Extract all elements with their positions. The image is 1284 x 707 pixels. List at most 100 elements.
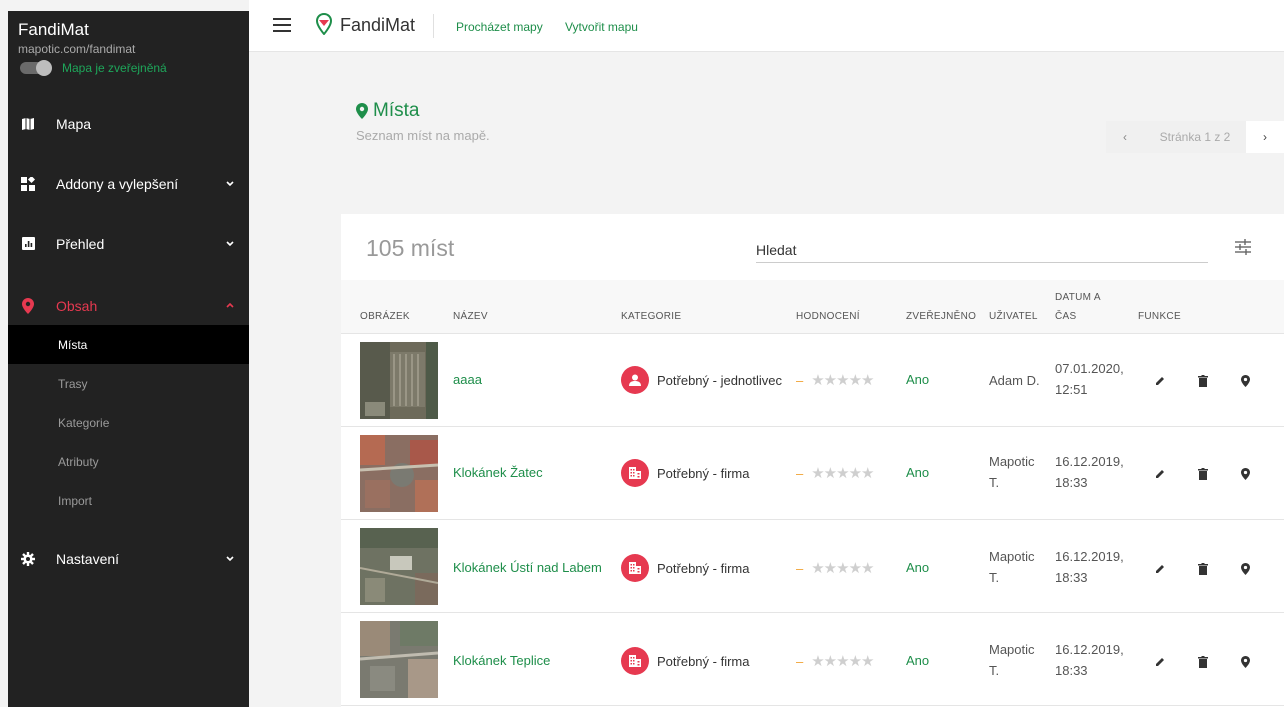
publish-toggle[interactable] [20,60,52,76]
category-label: Potřebný - jednotlivec [657,372,783,388]
place-name[interactable]: Klokánek Teplice [453,653,550,668]
place-category: Potřebný - jednotlivec [621,366,782,394]
time: 12:51 [1055,382,1088,397]
place-name[interactable]: aaaa [453,372,482,387]
date: 16.12.2019, [1055,454,1124,469]
sidebar-item-label: Mapa [56,115,92,132]
page-subtitle: Seznam míst na mapě. [356,128,490,143]
locate-pin-icon[interactable] [1237,654,1253,670]
page-header: Místa Seznam míst na mapě. [356,100,490,143]
place-user: Mapotic T. [989,639,1035,681]
filter-icon[interactable] [1234,238,1252,256]
place-thumbnail [360,621,438,698]
next-page-button[interactable]: › [1246,121,1284,153]
user-line2: T. [989,475,1000,490]
gear-icon [20,551,36,567]
rating-value: – [796,372,804,388]
chart-icon [20,236,36,252]
search-input[interactable] [756,237,1208,263]
chevron-down-icon [225,239,235,249]
place-rating: – ★★★★★ [796,652,874,670]
rating-stars: ★★★★★ [811,465,874,482]
sidebar-subitem-trasy[interactable]: Trasy [8,364,249,403]
menu-icon[interactable] [273,18,291,32]
prev-page-button[interactable]: ‹ [1106,121,1144,153]
building-icon [621,459,649,487]
publish-label: Mapa je zveřejněná [62,61,167,75]
place-category: Potřebný - firma [621,554,749,582]
place-datetime: 16.12.2019, 18:33 [1055,546,1124,588]
user-line1: Mapotic [989,454,1035,469]
chevron-up-icon [225,301,235,311]
delete-icon[interactable] [1195,654,1211,670]
place-datetime: 16.12.2019, 18:33 [1055,639,1124,681]
col-name: NÁZEV [453,311,488,322]
sidebar-subitem-mista[interactable]: Místa [8,325,249,364]
building-icon [621,554,649,582]
user-line1: Mapotic [989,642,1035,657]
page-indicator: Stránka 1 z 2 [1144,121,1246,153]
sidebar-item-label: Obsah [56,297,98,314]
edit-icon[interactable] [1152,373,1168,389]
sidebar-subitem-kategorie[interactable]: Kategorie [8,403,249,442]
col-rating: HODNOCENÍ [796,311,860,322]
rating-value: – [796,465,804,481]
place-datetime: 16.12.2019, 18:33 [1055,451,1124,493]
app-name: FandiMat [340,15,416,35]
pagination: ‹ Stránka 1 z 2 › [1106,121,1284,153]
col-date-line2: ČAS [1055,311,1077,322]
browse-maps-link[interactable]: Procházet mapy [456,20,543,34]
sidebar-subitem-atributy[interactable]: Atributy [8,442,249,481]
place-user: Adam D. [989,370,1040,391]
building-icon [621,647,649,675]
place-published: Ano [906,653,930,668]
sidebar-item-mapa[interactable]: Mapa [8,104,249,143]
table-row[interactable]: Klokánek Teplice Potřebný - firma – ★★★★… [341,613,1284,706]
time: 18:33 [1055,663,1088,678]
page-title-text: Místa [373,100,420,121]
widgets-icon [20,176,36,192]
delete-icon[interactable] [1195,466,1211,482]
rating-stars: ★★★★★ [811,653,874,670]
time: 18:33 [1055,570,1088,585]
edit-icon[interactable] [1152,466,1168,482]
edit-icon[interactable] [1152,561,1168,577]
table-row[interactable]: aaaa Potřebný - jednotlivec – ★★★★★ Ano … [341,334,1284,427]
locate-pin-icon[interactable] [1237,561,1253,577]
place-published: Ano [906,560,930,575]
place-published: Ano [906,372,930,387]
place-thumbnail [360,435,438,512]
table-row[interactable]: Klokánek Ústí nad Labem Potřebný - firma… [341,520,1284,613]
category-label: Potřebný - firma [657,653,750,669]
sidebar-subitem-import[interactable]: Import [8,481,249,520]
create-map-link[interactable]: Vytvořit mapu [565,20,638,34]
date: 07.01.2020, [1055,361,1124,376]
sidebar-item-label: Nastavení [56,550,120,567]
sidebar-item-addony[interactable]: Addony a vylepšení [8,164,249,203]
col-image: OBRÁZEK [360,311,410,322]
topbar: FandiMat Procházet mapy Vytvořit mapu [249,0,1284,52]
place-category: Potřebný - firma [621,459,749,487]
user-line2: T. [989,570,1000,585]
delete-icon[interactable] [1195,373,1211,389]
toggle-knob [36,60,52,76]
delete-icon[interactable] [1195,561,1211,577]
locate-pin-icon[interactable] [1237,466,1253,482]
col-published: ZVEŘEJNĚNO [906,311,977,322]
place-rating: – ★★★★★ [796,559,874,577]
table-row[interactable]: Klokánek Žatec Potřebný - firma – ★★★★★ … [341,427,1284,520]
edit-icon[interactable] [1152,654,1168,670]
locate-pin-icon[interactable] [1237,373,1253,389]
sidebar: FandiMat mapotic.com/fandimat Mapa je zv… [8,11,249,707]
sidebar-item-nastaveni[interactable]: Nastavení [8,539,249,578]
category-label: Potřebný - firma [657,560,750,576]
place-user: Mapotic T. [989,451,1035,493]
place-name[interactable]: Klokánek Žatec [453,465,543,480]
sidebar-brand: FandiMat mapotic.com/fandimat Mapa je zv… [8,11,249,95]
col-category: KATEGORIE [621,311,682,322]
sidebar-item-obsah[interactable]: Obsah [8,286,249,325]
place-name[interactable]: Klokánek Ústí nad Labem [453,560,602,575]
person-icon [621,366,649,394]
sidebar-item-prehled[interactable]: Přehled [8,224,249,263]
category-label: Potřebný - firma [657,465,750,481]
